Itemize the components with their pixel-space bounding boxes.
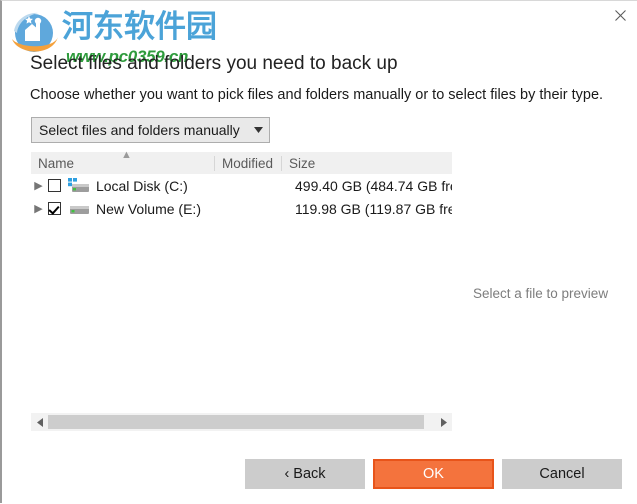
backup-file-selection-window: 河东软件园 www.pc0359.cn Select files and fol… <box>0 0 637 503</box>
hard-drive-icon <box>68 201 90 217</box>
close-window-button[interactable] <box>605 3 635 27</box>
dialog-footer: ‹ Back OK Cancel <box>2 459 637 504</box>
column-header-name-label: Name <box>38 155 75 171</box>
chevron-down-icon <box>247 127 269 133</box>
page-subtitle: Choose whether you want to pick files an… <box>30 87 604 103</box>
row-checkbox[interactable] <box>47 179 61 192</box>
preview-placeholder-text: Select a file to preview <box>473 286 609 301</box>
back-button[interactable]: ‹ Back <box>245 459 365 489</box>
file-tree-list: Name ▲ Modified Size ▶ Local Disk (C:) 4… <box>31 149 452 407</box>
windows-system-drive-icon <box>67 177 90 194</box>
chevron-left-icon <box>36 417 43 427</box>
ok-button[interactable]: OK <box>373 459 494 489</box>
sort-ascending-caret-icon: ▲ <box>121 148 132 161</box>
row-name: Local Disk (C:) <box>95 177 188 194</box>
file-list-header-row: Name ▲ Modified Size <box>31 149 452 174</box>
column-header-size[interactable]: Size <box>281 155 441 171</box>
column-header-name[interactable]: Name ▲ <box>31 149 214 171</box>
selection-mode-dropdown-value: Select files and folders manually <box>39 122 240 138</box>
horizontal-scrollbar[interactable] <box>31 413 452 431</box>
row-size: 119.98 GB (119.87 GB free <box>295 200 452 217</box>
chevron-right-icon <box>440 417 447 427</box>
chevron-right-icon[interactable]: ▶ <box>31 202 46 215</box>
table-row[interactable]: ▶ New Volume (E:) 119.98 GB (119.87 GB f… <box>31 197 452 220</box>
close-icon <box>614 9 626 21</box>
scrollbar-thumb[interactable] <box>48 415 424 429</box>
column-header-modified-label: Modified <box>222 155 274 171</box>
scroll-right-button[interactable] <box>435 413 452 431</box>
page-title: Select files and folders you need to bac… <box>30 53 398 74</box>
file-list-body: ▶ Local Disk (C:) 499.40 GB (484.74 GB f… <box>31 174 452 220</box>
title-bar <box>2 1 637 29</box>
selection-mode-dropdown[interactable]: Select files and folders manually <box>31 117 270 143</box>
cancel-button[interactable]: Cancel <box>502 459 622 489</box>
table-row[interactable]: ▶ Local Disk (C:) 499.40 GB (484.74 GB f… <box>31 174 452 197</box>
file-preview-pane: Select a file to preview <box>457 152 635 407</box>
row-name: New Volume (E:) <box>95 200 201 217</box>
scrollbar-track[interactable] <box>48 413 435 431</box>
row-size: 499.40 GB (484.74 GB free <box>295 177 452 194</box>
chevron-right-icon[interactable]: ▶ <box>31 179 46 192</box>
row-checkbox[interactable] <box>47 202 61 215</box>
scroll-left-button[interactable] <box>31 413 48 431</box>
column-header-size-label: Size <box>289 155 316 171</box>
column-header-modified[interactable]: Modified <box>214 155 281 171</box>
